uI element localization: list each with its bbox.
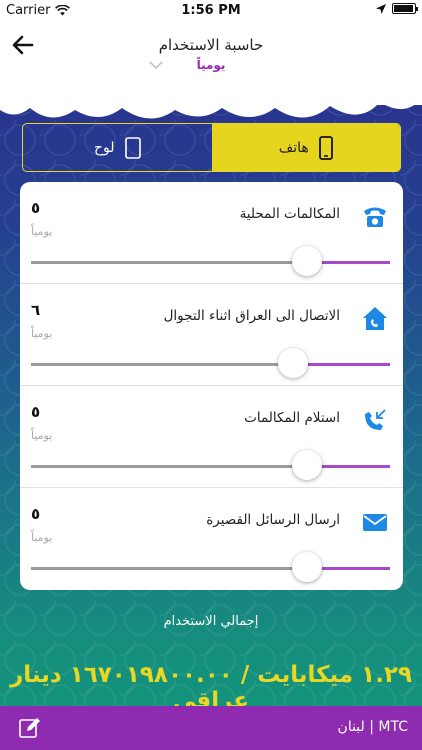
battery-icon (392, 3, 418, 14)
page-title: حاسبة الاستخدام (158, 36, 264, 54)
tab-tablet[interactable]: لوح (23, 124, 212, 171)
status-time: 1:56 PM (181, 3, 241, 18)
row-period: يومياً (31, 327, 53, 340)
total-usage-label: إجمالي الاستخدام (163, 614, 259, 629)
usage-row-received-calls: استلام المكالمات ٥ يومياً (20, 386, 403, 488)
bottom-bar: لبنان | MTC (0, 706, 422, 750)
usage-card: المكالمات المحلية ٥ يومياً الاتصال الى ا… (20, 182, 403, 590)
edit-icon[interactable] (18, 716, 42, 740)
device-tabs: لوح هاتف (22, 123, 401, 172)
status-bar: Carrier 1:56 PM (0, 0, 422, 22)
tab-phone[interactable]: هاتف (211, 124, 400, 171)
home-call-icon (363, 307, 387, 330)
battery-level (394, 5, 413, 12)
row-label: استلام المكالمات (244, 410, 340, 426)
row-value: ٥ (31, 199, 41, 217)
incoming-call-icon (365, 409, 386, 430)
row-value: ٥ (31, 403, 41, 421)
operator-label[interactable]: لبنان | MTC (338, 719, 408, 735)
location-arrow-icon (376, 3, 386, 14)
row-value: ٦ (31, 301, 41, 319)
usage-row-local-calls: المكالمات المحلية ٥ يومياً (20, 182, 403, 284)
usage-slider[interactable] (31, 348, 390, 378)
row-period: يومياً (31, 225, 53, 238)
tab-phone-label: هاتف (278, 139, 309, 156)
period-selector[interactable]: يومياً (0, 58, 422, 72)
telephone-icon (364, 207, 386, 227)
row-label: المكالمات المحلية (239, 206, 340, 222)
usage-slider[interactable] (31, 552, 390, 582)
envelope-icon (363, 514, 387, 531)
usage-row-sms: ارسال الرسائل القصيرة ٥ يومياً (20, 488, 403, 590)
usage-row-roaming-calls: الاتصال الى العراق اثناء التجوال ٦ يوميا… (20, 284, 403, 386)
phone-icon (318, 135, 333, 160)
status-right (376, 3, 418, 14)
slider-thumb[interactable] (292, 246, 323, 276)
row-period: يومياً (31, 429, 53, 442)
slider-thumb[interactable] (292, 552, 323, 582)
slider-thumb[interactable] (292, 450, 323, 480)
row-label: ارسال الرسائل القصيرة (206, 512, 340, 528)
row-period: يومياً (31, 531, 53, 544)
row-value: ٥ (31, 505, 41, 523)
usage-slider[interactable] (31, 246, 390, 276)
tab-tablet-label: لوح (93, 139, 115, 156)
slider-thumb[interactable] (278, 348, 309, 378)
usage-slider[interactable] (31, 450, 390, 480)
row-label: الاتصال الى العراق اثناء التجوال (163, 308, 340, 324)
tablet-icon (124, 136, 141, 159)
